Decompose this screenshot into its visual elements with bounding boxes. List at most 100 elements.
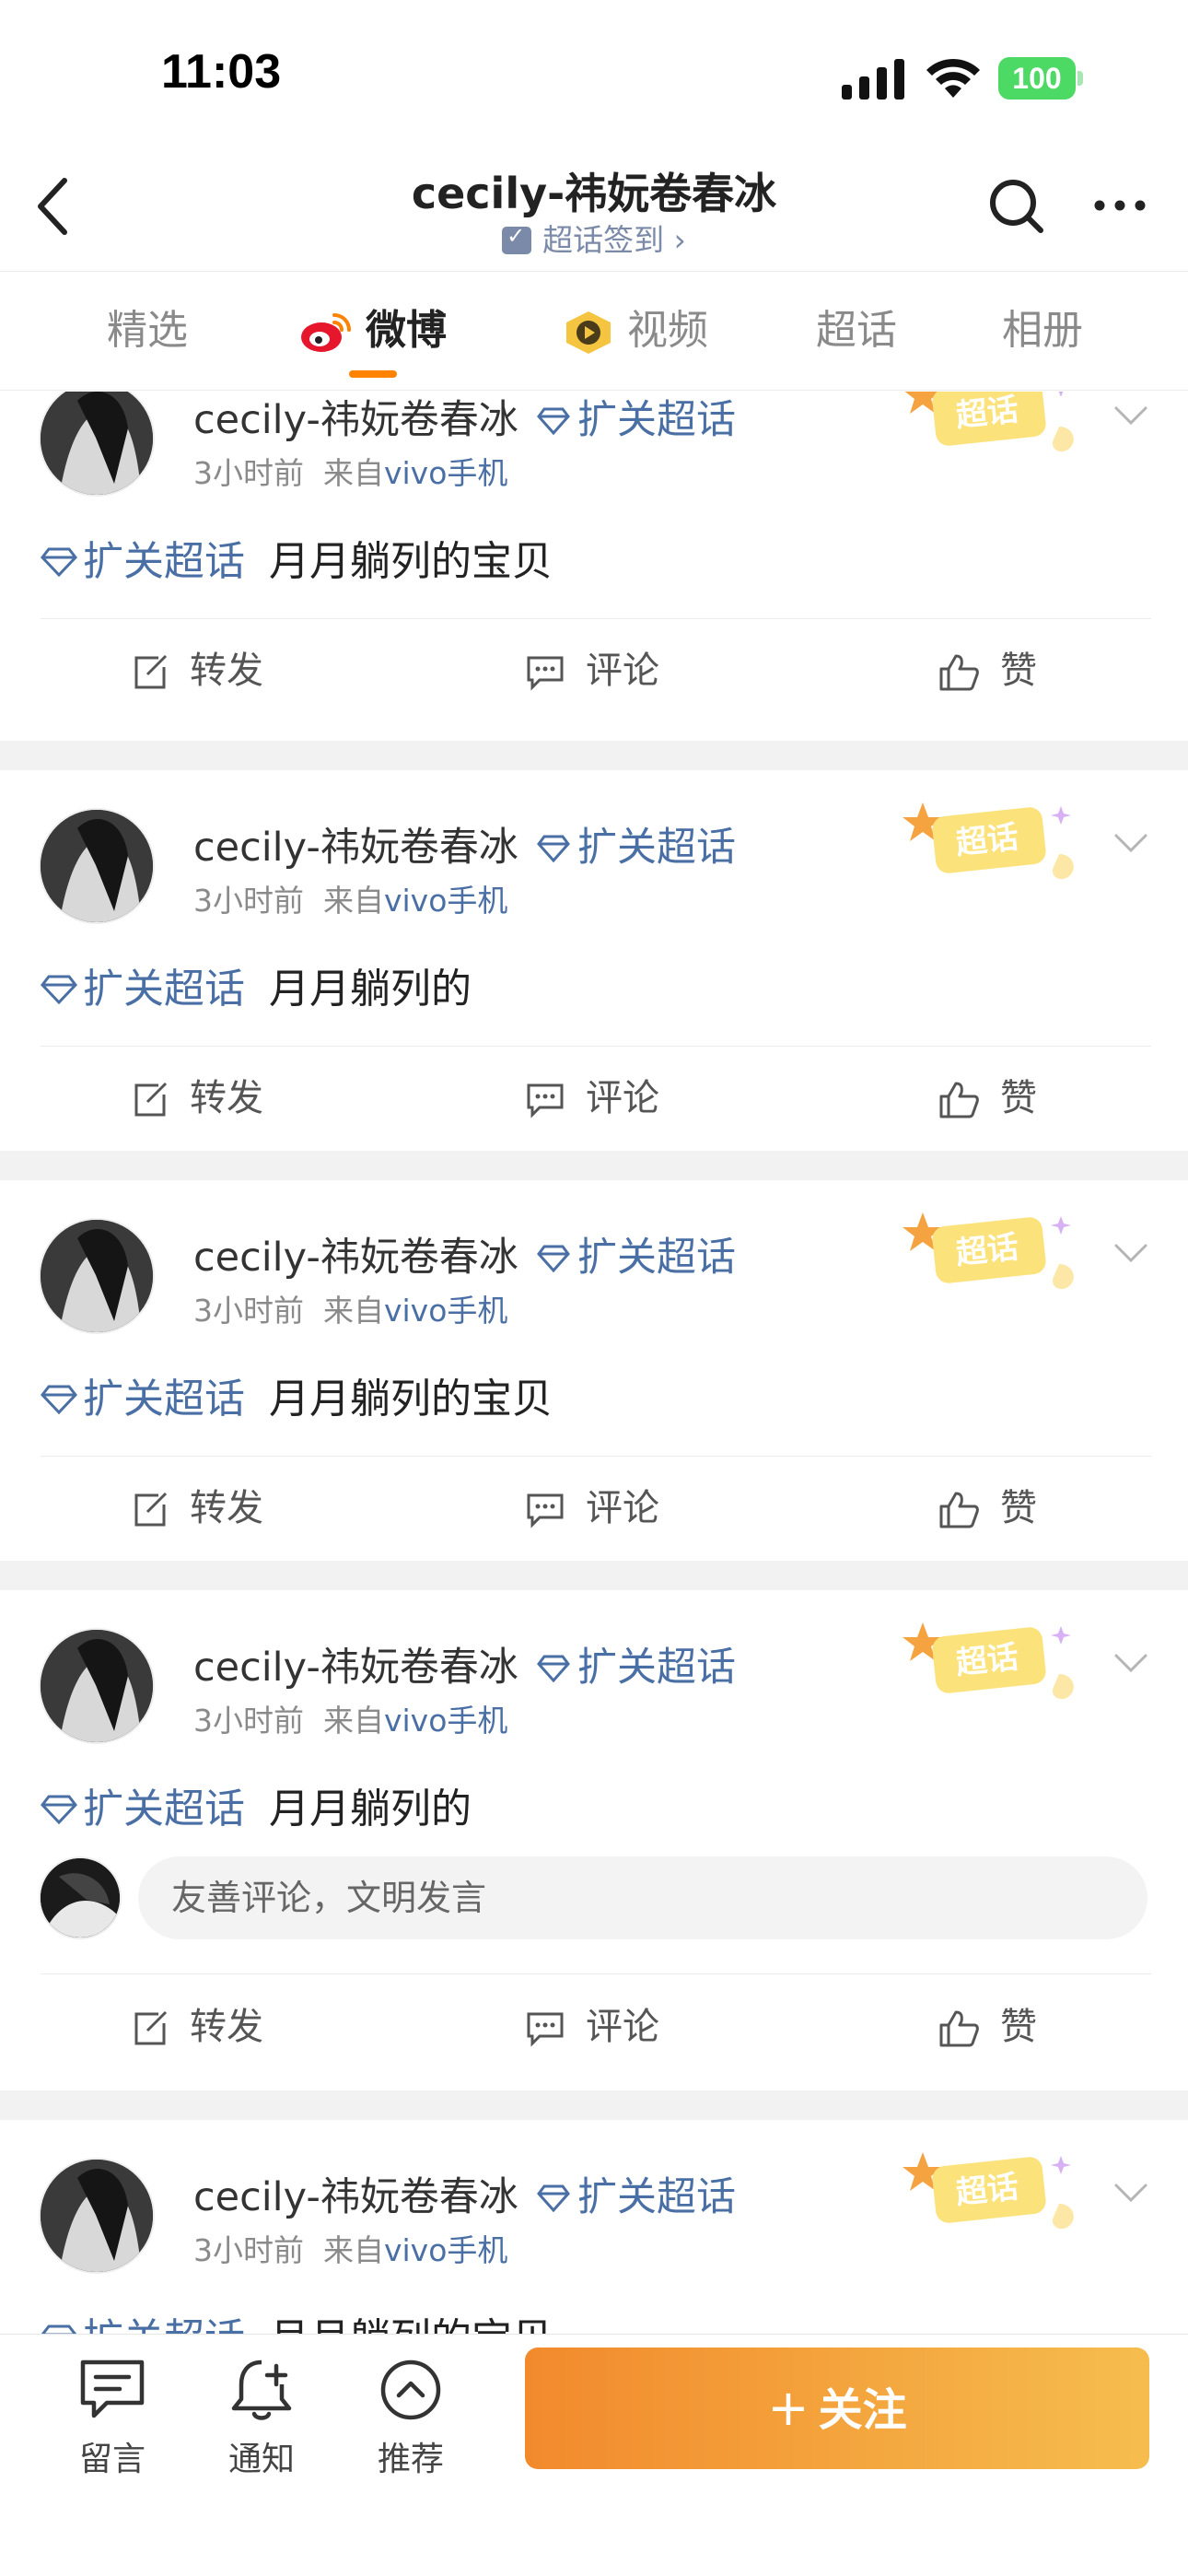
post-from: 来自 <box>322 455 384 491</box>
supertopic-badge[interactable]: 扩关超话 <box>537 1635 736 1692</box>
post-source[interactable]: vivo手机 <box>384 1293 507 1329</box>
message-icon <box>80 2359 145 2418</box>
diamond-icon <box>537 1655 570 1682</box>
username[interactable]: cecily-祎妧卷春冰 <box>193 1635 518 1692</box>
comment-label: 评论 <box>586 1077 659 1119</box>
username[interactable]: cecily-祎妧卷春冰 <box>193 815 518 872</box>
post-time: 3小时前 <box>193 2232 304 2268</box>
supertopic-stamp: 超话 <box>903 1622 1074 1700</box>
thumbs-up-icon <box>939 1082 979 1118</box>
status-bar: 11:03 100 <box>0 0 1188 147</box>
like-button[interactable]: 赞 <box>938 620 1037 721</box>
search-icon[interactable] <box>985 175 1046 236</box>
diamond-icon <box>41 547 77 577</box>
repost-label: 转发 <box>190 1487 263 1529</box>
diamond-icon <box>41 975 77 1004</box>
post-meta: 3小时前 来自vivo手机 <box>193 1286 507 1330</box>
recommend-label: 推荐 <box>377 2441 444 2478</box>
follow-button[interactable]: + 关注 <box>525 2348 1149 2469</box>
post-text: 月月躺列的宝贝 <box>269 1376 553 1423</box>
notify-label: 通知 <box>227 2441 295 2478</box>
chevron-down-icon[interactable] <box>1112 1652 1149 1674</box>
like-button[interactable]: 赞 <box>938 1976 1037 2078</box>
tab-weibo[interactable]: 微博 <box>290 273 456 391</box>
supertopic-badge[interactable]: 扩关超话 <box>537 1225 736 1282</box>
supertopic-badge[interactable]: 扩关超话 <box>537 392 736 445</box>
tab-bar: 精选 微博 视频 超话 相册 <box>0 273 1188 391</box>
comment-button[interactable]: 评论 <box>525 1458 659 1559</box>
diamond-icon <box>41 1795 77 1824</box>
post-from: 来自 <box>322 2232 384 2268</box>
my-avatar <box>39 1856 122 1939</box>
post-card[interactable]: cecily-祎妧卷春冰 扩关超话 3小时前 来自vivo手机 超话 扩关超话月… <box>0 2149 1188 2334</box>
post-topic-tag[interactable]: 扩关超话 <box>41 1376 245 1423</box>
post-meta: 3小时前 来自vivo手机 <box>193 1696 507 1740</box>
chevron-down-icon[interactable] <box>1112 1242 1149 1264</box>
username[interactable]: cecily-祎妧卷春冰 <box>193 1225 518 1282</box>
feed-gap <box>0 741 1188 770</box>
post-time: 3小时前 <box>193 455 304 491</box>
post-source[interactable]: vivo手机 <box>384 455 507 491</box>
comment-icon <box>527 656 564 691</box>
post-topic-tag[interactable]: 扩关超话 <box>41 966 245 1013</box>
stamp-label: 超话 <box>954 1229 1020 1272</box>
post-content: 扩关超话月月躺列的宝贝 <box>41 528 553 587</box>
avatar[interactable] <box>39 1218 155 1334</box>
tab-video[interactable]: 视频 <box>553 273 718 391</box>
comment-row: 友善评论，文明发言 <box>0 1856 1188 1949</box>
comment-button[interactable]: 评论 <box>525 620 659 721</box>
post-text: 月月躺列的宝贝 <box>269 538 553 585</box>
comment-input[interactable]: 友善评论，文明发言 <box>138 1856 1147 1939</box>
post-source[interactable]: vivo手机 <box>384 1703 507 1739</box>
repost-button[interactable]: 转发 <box>131 1048 263 1149</box>
notify-button[interactable]: 通知 <box>197 2357 326 2480</box>
repost-button[interactable]: 转发 <box>131 1976 263 2078</box>
nav-bar: cecily-祎妧卷春冰 超话签到 › <box>0 147 1188 272</box>
post-meta: 3小时前 来自vivo手机 <box>193 876 507 920</box>
avatar[interactable] <box>39 808 155 924</box>
like-button[interactable]: 赞 <box>938 1048 1037 1149</box>
username[interactable]: cecily-祎妧卷春冰 <box>193 2165 518 2222</box>
recommend-button[interactable]: 推荐 <box>346 2357 475 2480</box>
supertopic-badge[interactable]: 扩关超话 <box>537 2165 736 2222</box>
chevron-down-icon[interactable] <box>1112 404 1149 427</box>
repost-button[interactable]: 转发 <box>131 620 263 721</box>
post-from: 来自 <box>322 883 384 919</box>
tab-label: 微博 <box>366 307 447 354</box>
username[interactable]: cecily-祎妧卷春冰 <box>193 392 518 445</box>
avatar[interactable] <box>39 2158 155 2274</box>
avatar[interactable] <box>39 392 155 497</box>
tab-album[interactable]: 相册 <box>978 273 1107 391</box>
post-text: 月月躺列的 <box>269 1786 472 1832</box>
badge-label: 扩关超话 <box>577 397 736 443</box>
tab-supertopic[interactable]: 超话 <box>792 273 921 391</box>
tab-label: 超话 <box>816 307 897 354</box>
tab-featured[interactable]: 精选 <box>83 273 212 391</box>
more-icon[interactable] <box>1092 182 1147 228</box>
supertopic-stamp: 超话 <box>903 2152 1074 2230</box>
supertopic-badge[interactable]: 扩关超话 <box>537 815 736 872</box>
chevron-down-icon[interactable] <box>1112 2182 1149 2204</box>
post-card[interactable]: cecily-祎妧卷春冰 扩关超话 3小时前 来自vivo手机 超话 扩关超话月… <box>0 1619 1188 2098</box>
comment-button[interactable]: 评论 <box>525 1976 659 2078</box>
message-button[interactable]: 留言 <box>48 2357 177 2480</box>
repost-button[interactable]: 转发 <box>131 1458 263 1559</box>
post-card[interactable]: cecily-祎妧卷春冰 扩关超话 3小时前 来自vivo手机 超话 扩关超话月… <box>0 799 1188 1165</box>
supertopic-stamp: 超话 <box>904 392 1074 452</box>
post-content: 扩关超话 月月躺列的 <box>41 955 472 1014</box>
divider <box>41 1456 1151 1457</box>
post-topic-tag[interactable]: 扩关超话 <box>41 538 245 585</box>
comment-button[interactable]: 评论 <box>525 1048 659 1149</box>
post-source[interactable]: vivo手机 <box>384 2232 507 2268</box>
video-play-icon <box>566 311 611 354</box>
comment-icon <box>527 1493 564 1528</box>
chevron-down-icon[interactable] <box>1112 832 1149 854</box>
post-source[interactable]: vivo手机 <box>384 883 507 919</box>
post-card[interactable]: cecily-祎妧卷春冰 扩关超话 3小时前 来自vivo手机 超话 扩关超话月… <box>0 1209 1188 1575</box>
like-button[interactable]: 赞 <box>938 1458 1037 1559</box>
like-label: 赞 <box>1000 650 1037 692</box>
post-topic-tag[interactable]: 扩关超话 <box>41 1786 245 1832</box>
feed: cecily-祎妧卷春冰 扩关超话 3小时前 来自vivo手机 超话 扩关超话月… <box>0 392 1188 2334</box>
post-topic-tag[interactable]: 扩关超话 <box>41 2315 245 2334</box>
avatar[interactable] <box>39 1628 155 1744</box>
